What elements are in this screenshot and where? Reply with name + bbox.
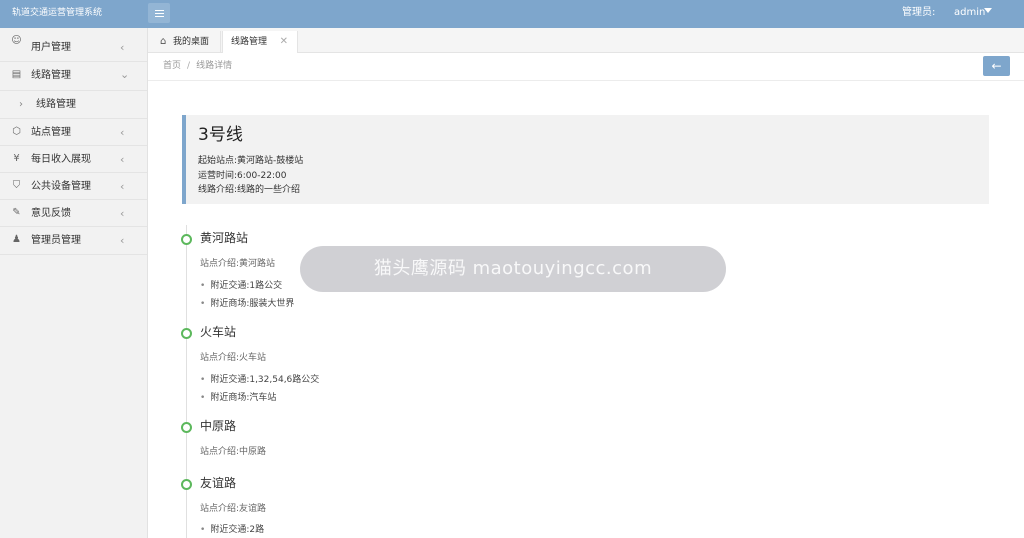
chevron-left-icon: ‹ bbox=[120, 180, 125, 193]
chevron-left-icon: ‹ bbox=[120, 234, 125, 247]
line-intro: 线路介绍:线路的一些介绍 bbox=[198, 185, 301, 195]
home-icon: ⌂ bbox=[160, 36, 167, 47]
arrow-left-icon: ← bbox=[991, 59, 1002, 73]
sidebar-item-public-equipment[interactable]: ⛉ 公共设备管理 ‹ bbox=[0, 173, 147, 200]
tab-line-management[interactable]: 线路管理 ✕ bbox=[222, 31, 298, 53]
station-intro: 站点介绍:友谊路 bbox=[200, 504, 267, 514]
sidebar-item-feedback[interactable]: ✎ 意见反馈 ‹ bbox=[0, 200, 147, 227]
sidebar-subitem-lines[interactable]: › 线路管理 bbox=[0, 91, 147, 119]
station-detail: 附近交通:1,32,54,6路公交 bbox=[200, 372, 319, 385]
admin-icon: ♟ bbox=[12, 234, 21, 245]
line-summary: 3号线 起始站点:黄河路站-鼓楼站 运营时间:6:00-22:00 线路介绍:线… bbox=[182, 115, 989, 204]
hamburger-icon bbox=[154, 9, 164, 11]
watermark: 猫头鹰源码 maotouyingcc.com bbox=[300, 246, 726, 292]
user-icon: ☺ bbox=[11, 35, 22, 46]
breadcrumb: 首页 / 线路详情 bbox=[163, 61, 233, 71]
chevron-left-icon: ‹ bbox=[120, 207, 125, 220]
sidebar-item-stations[interactable]: ⬡ 站点管理 ‹ bbox=[0, 119, 147, 146]
top-bar: 轨道交通运营管理系统 管理员: admin bbox=[0, 0, 1024, 28]
station-detail: 附近商场:服装大世界 bbox=[200, 296, 294, 309]
tab-home[interactable]: ⌂ 我的桌面 bbox=[152, 31, 221, 53]
yen-icon: ¥ bbox=[13, 153, 20, 164]
breadcrumb-home[interactable]: 首页 bbox=[163, 61, 181, 71]
line-hours: 运营时间:6:00-22:00 bbox=[198, 171, 287, 181]
station-name: 中原路 bbox=[200, 419, 237, 433]
back-button[interactable]: ← bbox=[983, 56, 1010, 76]
breadcrumb-bar: 首页 / 线路详情 ← bbox=[148, 53, 1024, 81]
chevron-right-icon: › bbox=[19, 99, 23, 110]
sidebar-item-users[interactable]: ☺ 用户管理 ‹ bbox=[0, 28, 147, 62]
user-menu-button[interactable]: admin bbox=[954, 0, 985, 26]
app-title: 轨道交通运营管理系统 bbox=[12, 8, 103, 18]
cube-icon: ⬡ bbox=[12, 126, 21, 137]
timeline-dot-icon bbox=[181, 328, 192, 339]
tab-bar: ⌂ 我的桌面 线路管理 ✕ bbox=[148, 28, 1024, 53]
user-label: 管理员: bbox=[902, 7, 936, 18]
station-intro: 站点介绍:火车站 bbox=[200, 353, 267, 363]
edit-icon: ✎ bbox=[12, 207, 21, 218]
timeline-line bbox=[186, 225, 187, 538]
menu-toggle-button[interactable] bbox=[148, 3, 170, 23]
station-detail: 附近交通:1路公交 bbox=[200, 278, 282, 291]
chevron-left-icon: ‹ bbox=[120, 153, 125, 166]
timeline-dot-icon bbox=[181, 422, 192, 433]
timeline-dot-icon bbox=[181, 479, 192, 490]
line-stations: 起始站点:黄河路站-鼓楼站 bbox=[198, 156, 304, 166]
station-name: 黄河路站 bbox=[200, 231, 249, 245]
timeline-dot-icon bbox=[181, 234, 192, 245]
chevron-down-icon: ⌄ bbox=[120, 68, 130, 81]
route-icon: ▤ bbox=[11, 69, 22, 80]
shield-icon: ⛉ bbox=[12, 180, 21, 191]
sidebar-item-daily-income[interactable]: ¥ 每日收入展现 ‹ bbox=[0, 146, 147, 173]
station-intro: 站点介绍:中原路 bbox=[200, 447, 267, 457]
station-intro: 站点介绍:黄河路站 bbox=[200, 259, 276, 269]
line-title: 3号线 bbox=[198, 125, 243, 145]
sidebar-item-lines[interactable]: ▤ 线路管理 ⌄ bbox=[0, 62, 147, 91]
station-name: 火车站 bbox=[200, 325, 237, 339]
chevron-left-icon: ‹ bbox=[120, 126, 125, 139]
caret-down-icon[interactable] bbox=[984, 8, 992, 13]
breadcrumb-current: 线路详情 bbox=[196, 61, 233, 71]
sidebar: ☺ 用户管理 ‹ ▤ 线路管理 ⌄ › 线路管理 ⬡ 站点管理 ‹ ¥ 每日收入… bbox=[0, 28, 148, 538]
close-icon[interactable]: ✕ bbox=[280, 31, 288, 53]
station-detail: 附近交通:2路 bbox=[200, 522, 264, 535]
station-detail: 附近商场:汽车站 bbox=[200, 390, 276, 403]
station-name: 友谊路 bbox=[200, 476, 237, 490]
sidebar-item-admins[interactable]: ♟ 管理员管理 ‹ bbox=[0, 227, 147, 255]
